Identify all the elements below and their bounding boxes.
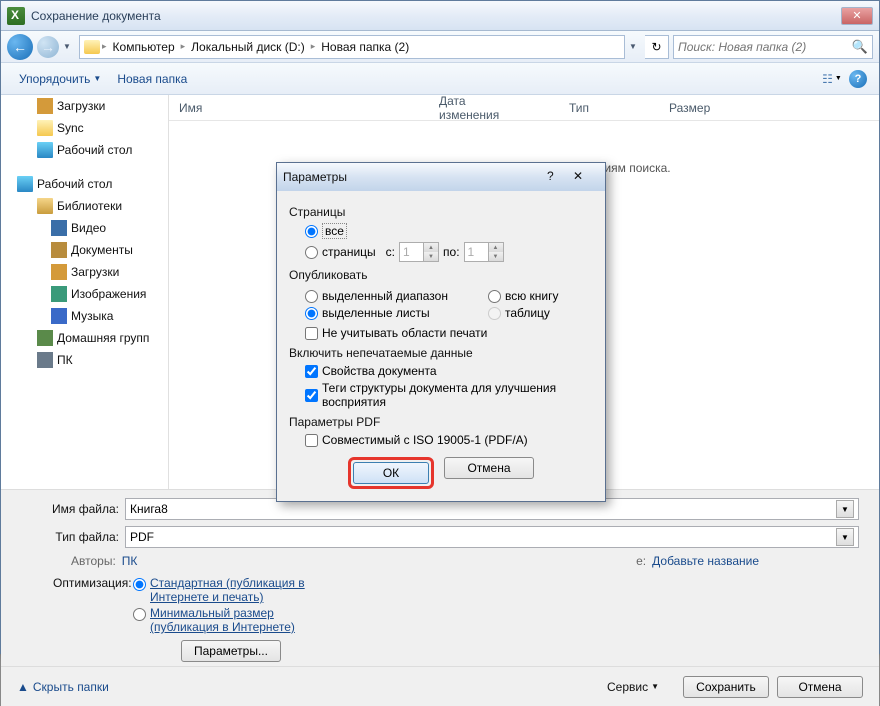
authors-label: Авторы: — [71, 554, 116, 568]
opt-minimal-radio[interactable]: Минимальный размер (публикация в Интерне… — [133, 606, 320, 634]
view-menu[interactable]: ☷▼ — [821, 68, 843, 90]
search-input[interactable] — [678, 40, 852, 54]
toolbar: Упорядочить▼ Новая папка ☷▼ ? — [1, 63, 879, 95]
column-headers[interactable]: Имя Дата изменения Тип Размер — [169, 95, 879, 121]
pages-range-radio[interactable]: страницы — [305, 245, 376, 259]
bc-drive[interactable]: Локальный диск (D:) — [187, 40, 309, 54]
bc-computer[interactable]: Компьютер — [109, 40, 179, 54]
forward-button[interactable]: → — [37, 36, 59, 58]
hide-folders-toggle[interactable]: ▲Скрыть папки — [17, 680, 109, 694]
pages-group-label: Страницы — [289, 205, 593, 219]
tree-downloads[interactable]: Загрузки — [1, 95, 168, 117]
organize-menu[interactable]: Упорядочить▼ — [11, 68, 109, 90]
folder-icon — [84, 40, 100, 54]
filename-label: Имя файла: — [21, 502, 125, 516]
tree-images[interactable]: Изображения — [1, 283, 168, 305]
save-button[interactable]: Сохранить — [683, 676, 769, 698]
modal-cancel-button[interactable]: Отмена — [444, 457, 534, 479]
titlebar: Сохранение документа ✕ — [1, 1, 879, 31]
tree-docs[interactable]: Документы — [1, 239, 168, 261]
iso-check[interactable]: Совместимый с ISO 19005-1 (PDF/A) — [305, 433, 593, 447]
window-title: Сохранение документа — [31, 9, 161, 23]
tree-libraries[interactable]: Библиотеки — [1, 195, 168, 217]
cancel-button[interactable]: Отмена — [777, 676, 863, 698]
tools-menu[interactable]: Сервис▼ — [607, 680, 659, 694]
excel-icon — [7, 7, 25, 25]
tree-sync[interactable]: Sync — [1, 117, 168, 139]
tags-label: е: — [636, 554, 646, 568]
publish-selection-radio[interactable]: выделенный диапазон — [305, 289, 448, 303]
page-from-spinner[interactable]: 1▲▼ — [399, 242, 439, 262]
ignore-print-areas-check[interactable]: Не учитывать области печати — [305, 326, 593, 340]
modal-help-button[interactable]: ? — [547, 169, 573, 185]
filetype-combo[interactable]: PDF▼ — [125, 526, 859, 548]
options-dialog: Параметры ? ✕ Страницы все страницы с: 1… — [276, 162, 606, 502]
tags-value[interactable]: Добавьте название — [652, 554, 759, 568]
to-label: по: — [443, 245, 460, 259]
publish-group-label: Опубликовать — [289, 268, 593, 282]
tree-homegroup[interactable]: Домашняя групп — [1, 327, 168, 349]
publish-sheets-radio[interactable]: выделенные листы — [305, 306, 448, 320]
footer: ▲Скрыть папки Сервис▼ Сохранить Отмена — [1, 666, 879, 706]
tree-video[interactable]: Видео — [1, 217, 168, 239]
tree-music[interactable]: Музыка — [1, 305, 168, 327]
back-button[interactable]: ← — [7, 34, 33, 60]
refresh-button[interactable]: ↻ — [645, 35, 669, 59]
bc-folder[interactable]: Новая папка (2) — [317, 40, 413, 54]
col-date[interactable]: Дата изменения — [439, 94, 569, 122]
pdf-params-group-label: Параметры PDF — [289, 415, 593, 429]
help-button[interactable]: ? — [847, 68, 869, 90]
ok-highlight: ОК — [348, 457, 434, 489]
opt-standard-radio[interactable]: Стандартная (публикация в Интернете и пе… — [133, 576, 320, 604]
authors-value[interactable]: ПК — [122, 554, 138, 568]
tree-desktop[interactable]: Рабочий стол — [1, 139, 168, 161]
ok-button[interactable]: ОК — [353, 462, 429, 484]
new-folder-button[interactable]: Новая папка — [109, 68, 195, 90]
modal-title: Параметры — [283, 170, 347, 184]
doc-properties-check[interactable]: Свойства документа — [305, 364, 593, 378]
params-button[interactable]: Параметры... — [181, 640, 281, 662]
page-to-spinner[interactable]: 1▲▼ — [464, 242, 504, 262]
tree-pc[interactable]: ПК — [1, 349, 168, 371]
col-name[interactable]: Имя — [179, 101, 439, 115]
tree-down2[interactable]: Загрузки — [1, 261, 168, 283]
navbar: ← → ▼ ▸ Компьютер ▸ Локальный диск (D:) … — [1, 31, 879, 63]
history-dropdown[interactable]: ▼ — [63, 42, 75, 51]
modal-close-button[interactable]: ✕ — [573, 169, 599, 185]
close-button[interactable]: ✕ — [841, 7, 873, 25]
form-section: Имя файла: Книга8▼ Тип файла: PDF▼ Автор… — [1, 489, 879, 666]
breadcrumb[interactable]: ▸ Компьютер ▸ Локальный диск (D:) ▸ Нова… — [79, 35, 625, 59]
structure-tags-check[interactable]: Теги структуры документа для улучшения в… — [305, 381, 593, 409]
from-label: с: — [386, 245, 395, 259]
optimization-label: Оптимизация: — [53, 576, 133, 634]
filetype-label: Тип файла: — [21, 530, 125, 544]
col-size[interactable]: Размер — [669, 101, 770, 115]
search-box[interactable]: 🔍 — [673, 35, 873, 59]
col-type[interactable]: Тип — [569, 101, 669, 115]
folder-tree[interactable]: Загрузки Sync Рабочий стол Рабочий стол … — [1, 95, 169, 489]
modal-titlebar: Параметры ? ✕ — [277, 163, 605, 191]
pages-all-radio[interactable]: все — [305, 223, 593, 239]
publish-table-radio: таблицу — [488, 306, 559, 320]
nonprint-group-label: Включить непечатаемые данные — [289, 346, 593, 360]
search-icon[interactable]: 🔍 — [852, 39, 868, 55]
publish-workbook-radio[interactable]: всю книгу — [488, 289, 559, 303]
tree-desktop-root[interactable]: Рабочий стол — [1, 173, 168, 195]
breadcrumb-dropdown[interactable]: ▼ — [629, 42, 641, 51]
